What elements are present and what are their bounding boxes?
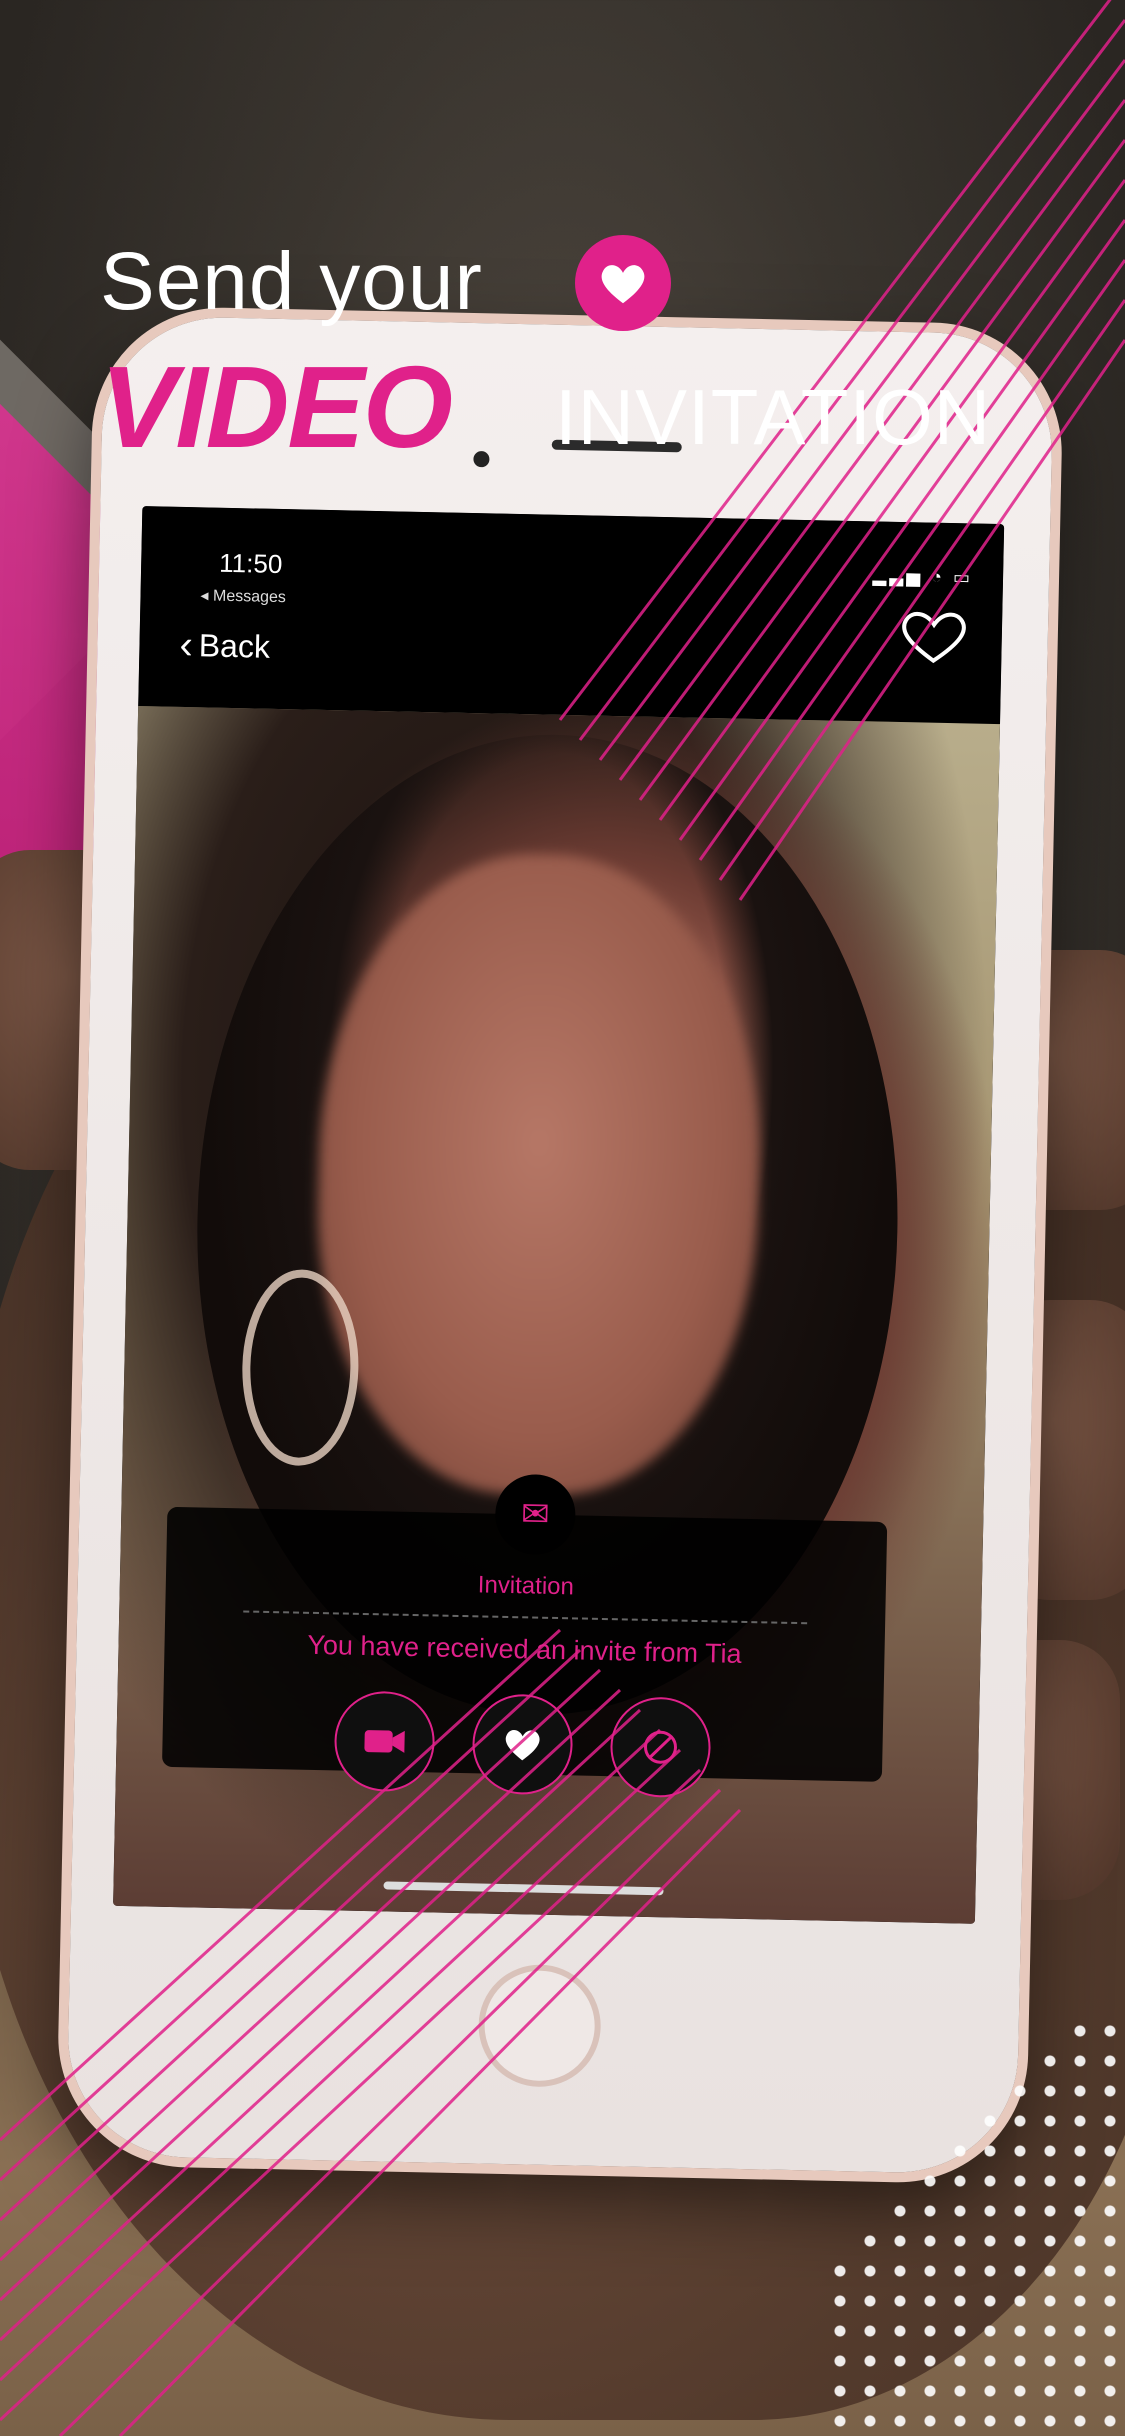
status-time: 11:50: [218, 547, 283, 580]
phone-camera: [473, 451, 490, 468]
invitation-panel: ✉ Invitation You have received an invite…: [161, 1473, 888, 1799]
heart-icon: [601, 265, 645, 304]
heart-logo-icon: [902, 612, 966, 664]
back-to-messages-link[interactable]: ◂ Messages: [200, 585, 286, 607]
heart-badge-icon: [575, 235, 671, 331]
video-face: [311, 849, 766, 1500]
headline-line-1: Send your: [100, 236, 483, 327]
headline-emphasis: VIDEO: [100, 342, 453, 472]
status-bar: 11:50 ◂ Messages ▂▃▅ ◔ ▭ ‹ Back: [138, 506, 1005, 725]
headline-rest: INVITATION: [555, 373, 992, 461]
decline-button[interactable]: [609, 1696, 712, 1799]
back-button[interactable]: ‹ Back: [179, 622, 271, 668]
app-logo: [891, 606, 977, 684]
decor-dot-grid: [825, 2016, 1125, 2436]
phone-home-button: [477, 1963, 602, 2089]
invitation-message: You have received an invite from Tia: [307, 1629, 742, 1669]
invitation-actions: [162, 1687, 884, 1802]
phone-mockup: 11:50 ◂ Messages ▂▃▅ ◔ ▭ ‹ Back ✉ Invita…: [65, 315, 1055, 2175]
video-call-button[interactable]: [333, 1690, 436, 1793]
block-icon: [644, 1730, 678, 1764]
back-button-label: Back: [198, 626, 271, 665]
invitation-title: Invitation: [477, 1571, 575, 1601]
heart-icon: [505, 1730, 540, 1761]
envelope-heart-icon: ✉: [494, 1473, 577, 1556]
invitation-divider: [243, 1610, 808, 1625]
signal-wifi-battery-icon: ▂▃▅ ◔ ▭: [872, 565, 974, 588]
chevron-left-icon: ‹: [179, 622, 194, 668]
phone-screen: 11:50 ◂ Messages ▂▃▅ ◔ ▭ ‹ Back ✉ Invita…: [113, 506, 1005, 1924]
video-camera-icon: [364, 1730, 405, 1753]
heart-button[interactable]: [471, 1693, 574, 1796]
